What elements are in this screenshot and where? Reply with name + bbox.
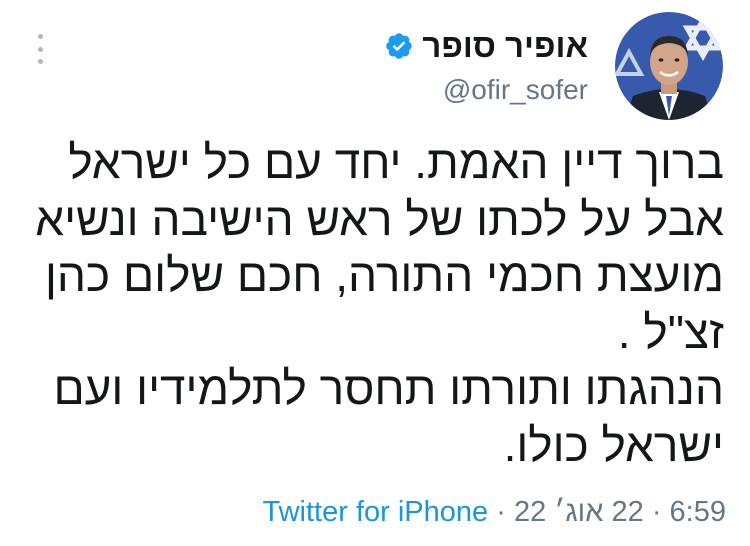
tweet-meta: 6:59 · 22 אוג׳ 22 · Twitter for iPhone [262, 492, 726, 532]
display-name[interactable]: אופיר סופר [422, 24, 588, 68]
avatar[interactable] [615, 12, 723, 120]
verified-badge-icon [386, 33, 413, 59]
avatar-image [615, 12, 723, 120]
tweet-line: ברוך דיין האמת. יחד עם כל ישראל [68, 136, 724, 188]
tweet-line: מועצת חכמי התורה, חכם שלום כהן [44, 249, 724, 301]
tweet-line: הנהגתו ותורתו תחסר לתלמידיו ועם [53, 362, 724, 414]
name-row: אופיר סופר [384, 24, 588, 68]
tweet-time[interactable]: 6:59 [670, 496, 726, 528]
more-dot [37, 34, 43, 39]
more-options-icon[interactable] [34, 34, 46, 64]
more-dot [37, 46, 43, 52]
tweet-line: אבל על לכתו של ראש הישיבה ונשיא [35, 192, 724, 245]
tweet-date[interactable]: 22 אוג׳ 22 [514, 496, 644, 528]
tweet-card: אופיר סופר @ofir_sofer ברוך דיין האמת. י… [0, 0, 750, 546]
meta-separator: · [496, 496, 506, 528]
tweet-source-link[interactable]: Twitter for iPhone [262, 496, 488, 528]
more-dot [37, 59, 43, 64]
user-handle[interactable]: @ofir_sofer [384, 70, 588, 110]
author-block[interactable]: אופיר סופר @ofir_sofer [384, 24, 588, 110]
tweet-text: ברוך דיין האמת. יחד עם כל ישראל אבל על ל… [24, 134, 724, 473]
meta-separator: · [651, 496, 662, 528]
tweet-line: ישראל כולו. [503, 418, 724, 471]
tweet-line: זצ"ל . [617, 305, 724, 358]
